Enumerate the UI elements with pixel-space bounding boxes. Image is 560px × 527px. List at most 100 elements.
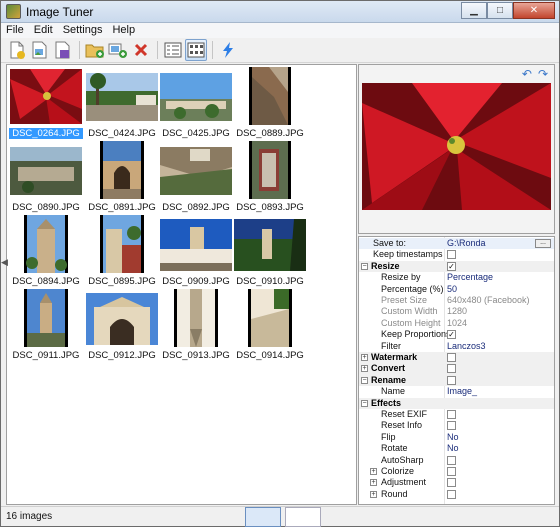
property-row[interactable]: Rotate No [359,443,554,454]
property-row[interactable]: Filter Lanczos3 [359,341,554,352]
property-checkbox[interactable] [447,489,456,499]
properties-panel[interactable]: Save to: G:\Ronda... Keep timestamps − Resiz… [358,236,555,505]
property-checkbox[interactable] [447,375,456,385]
property-value[interactable]: 640x480 (Facebook) [447,295,530,306]
property-row[interactable]: Reset EXIF [359,409,554,420]
property-row[interactable]: − Effects [359,397,554,409]
add-folder-icon[interactable] [84,39,106,61]
property-row[interactable]: + Colorize [359,466,554,477]
property-name: Rename [371,374,407,385]
open-image-icon[interactable] [29,39,51,61]
property-row[interactable]: − Resize ✓ [359,260,554,273]
thumbnail-view-icon[interactable] [185,39,207,61]
property-row[interactable]: Preset Size 640x480 (Facebook) [359,295,554,306]
thumbnail-item[interactable]: DSC_0264.JPG [9,67,83,141]
property-checkbox[interactable] [447,410,456,419]
property-row[interactable]: AutoSharp [359,455,554,466]
thumbnail-image [248,289,292,347]
collapse-icon[interactable]: − [361,376,368,384]
thumbnail-item[interactable]: DSC_0913.JPG [159,289,233,363]
property-value[interactable]: No [447,443,459,454]
thumbnail-item[interactable]: DSC_0891.JPG [85,141,159,215]
property-row[interactable]: Flip No [359,432,554,443]
thumbnail-item[interactable]: DSC_0912.JPG [85,289,159,363]
thumbnail-grid[interactable]: DSC_0264.JPG DSC_0424.JPG DSC_0425.JPG D… [6,64,357,505]
property-row[interactable]: + Convert [359,363,554,375]
mosaic-view-tab[interactable] [285,507,321,527]
menu-edit[interactable]: Edit [29,23,58,38]
thumbnail-item[interactable]: DSC_0895.JPG [85,215,159,289]
expand-icon[interactable]: + [370,490,377,498]
menu-file[interactable]: File [1,23,29,38]
property-row[interactable]: Keep Proportions ✓ [359,329,554,340]
expand-icon[interactable]: + [370,479,377,487]
process-lightning-icon[interactable] [217,39,239,61]
property-value[interactable]: Lanczos3 [447,341,486,352]
property-row[interactable]: Resize by Percentage [359,272,554,283]
property-name: Name [381,386,406,397]
thumbnail-item[interactable]: DSC_0894.JPG [9,215,83,289]
thumbnail-item[interactable]: DSC_0889.JPG [233,67,307,141]
thumbnail-item[interactable]: DSC_0424.JPG [85,67,159,141]
collapse-left-icon[interactable]: ◀ [1,257,8,269]
close-button[interactable]: ✕ [513,2,555,19]
thumbnail-item[interactable]: DSC_0892.JPG [159,141,233,215]
maximize-button[interactable]: □ [487,2,513,19]
collapse-icon[interactable]: − [361,399,368,407]
property-checkbox[interactable]: ✓ [447,330,456,340]
rotate-right-icon[interactable]: ↷ [538,67,548,81]
property-name: Resize by [381,272,421,283]
property-row[interactable]: + Watermark [359,352,554,364]
property-checkbox[interactable]: ✓ [447,261,456,271]
minimize-button[interactable]: ▁ [461,2,487,19]
property-row[interactable]: Reset Info [359,420,554,431]
property-checkbox[interactable] [447,421,456,431]
grid-view-tab[interactable] [245,507,281,527]
property-row[interactable]: − Rename [359,374,554,387]
add-file-icon[interactable] [6,39,28,61]
property-row[interactable]: Custom Height 1024 [359,318,554,329]
property-value[interactable]: 1280 [447,306,467,317]
thumbnail-caption: DSC_0914.JPG [236,350,304,361]
property-value[interactable]: Image_ [447,386,477,397]
remove-icon[interactable] [130,39,152,61]
thumbnail-item[interactable]: DSC_0425.JPG [159,67,233,141]
property-row[interactable]: Custom Width 1280 [359,306,554,317]
property-row[interactable]: Name Image_ [359,386,554,397]
collapse-icon[interactable]: − [361,262,368,270]
property-row[interactable]: + Adjustment [359,477,554,488]
browse-button[interactable]: ... [535,239,551,248]
property-value[interactable]: 1024 [447,318,467,329]
property-row[interactable]: Save to: G:\Ronda... [359,238,554,250]
property-row[interactable]: Keep timestamps [359,249,554,260]
expand-icon[interactable]: + [361,365,368,373]
menu-settings[interactable]: Settings [58,23,108,38]
thumbnail-caption: DSC_0909.JPG [162,276,230,287]
thumbnail-item[interactable]: DSC_0890.JPG [9,141,83,215]
thumbnail-item[interactable]: DSC_0914.JPG [233,289,307,363]
property-row[interactable]: Percentage (%) 50 [359,284,554,295]
property-row[interactable]: + Round [359,489,554,500]
thumbnail-item[interactable]: DSC_0893.JPG [233,141,307,215]
thumbnail-item[interactable]: DSC_0909.JPG [159,215,233,289]
property-checkbox[interactable] [447,478,456,488]
property-checkbox[interactable] [447,455,456,465]
title-bar[interactable]: Image Tuner ▁ □ ✕ [1,1,559,23]
add-images-icon[interactable] [107,39,129,61]
property-checkbox[interactable] [447,353,456,362]
property-value[interactable]: 50 [447,284,457,295]
property-value[interactable]: Percentage [447,272,493,283]
menu-help[interactable]: Help [107,23,140,38]
property-checkbox[interactable] [447,364,456,374]
list-view-icon[interactable] [162,39,184,61]
property-value[interactable]: No [447,432,459,443]
property-checkbox[interactable] [447,467,456,476]
expand-icon[interactable]: + [370,468,377,475]
property-value[interactable]: G:\Ronda [447,238,486,249]
property-checkbox[interactable] [447,250,456,260]
rotate-left-icon[interactable]: ↶ [522,67,532,81]
thumbnail-item[interactable]: DSC_0910.JPG [233,215,307,289]
expand-icon[interactable]: + [361,354,368,361]
save-icon[interactable] [52,39,74,61]
thumbnail-item[interactable]: DSC_0911.JPG [9,289,83,363]
